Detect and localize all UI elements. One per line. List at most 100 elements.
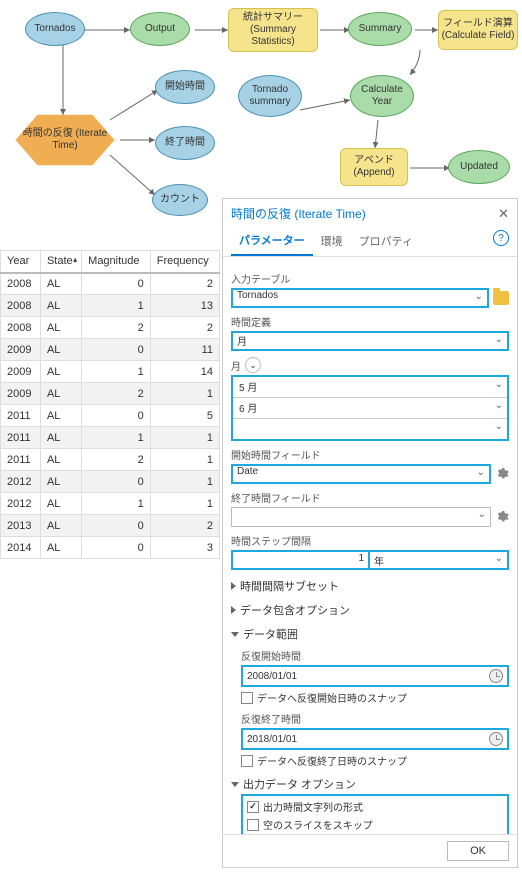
tab-environment[interactable]: 環境 [313, 227, 351, 255]
node-iterate-time[interactable]: 時間の反復 (Iterate Time) [10, 112, 120, 168]
tab-parameters[interactable]: パラメーター [231, 226, 313, 256]
node-tornado-summary[interactable]: Tornado summary [238, 75, 302, 117]
model-diagram: Tornados Output 統計サマリー (Summary Statisti… [0, 0, 522, 230]
table-row[interactable]: 2008AL22 [1, 317, 220, 339]
panel-header: 時間の反復 (Iterate Time) ✕ [223, 199, 517, 226]
end-field-select[interactable] [231, 507, 491, 527]
cell-frequency: 11 [150, 339, 219, 361]
node-label: Updated [460, 161, 498, 173]
month-option-1[interactable]: 5 月 [233, 377, 507, 397]
section-output-opts[interactable]: 出力データ オプション [231, 776, 509, 792]
snap-start-checkbox[interactable] [241, 692, 253, 704]
label-time-def: 時間定義 [231, 314, 509, 329]
node-calc-field[interactable]: フィールド演算 (Calculate Field) [438, 10, 518, 50]
node-count[interactable]: カウント [152, 184, 208, 216]
label-input-table: 入力テーブル [231, 271, 509, 286]
node-label: Calculate Year [351, 84, 413, 108]
node-updated[interactable]: Updated [448, 150, 510, 184]
cell-frequency: 1 [150, 449, 219, 471]
cell-year: 2014 [1, 537, 41, 559]
folder-icon[interactable] [493, 291, 509, 305]
close-icon[interactable]: ✕ [498, 206, 509, 222]
table-row[interactable]: 2008AL02 [1, 273, 220, 295]
section-inclusion-opts[interactable]: データ包含オプション [231, 602, 509, 618]
node-summary-stats[interactable]: 統計サマリー (Summary Statistics) [228, 8, 318, 52]
node-output[interactable]: Output [130, 12, 190, 46]
section-interval-subset[interactable]: 時間間隔サブセット [231, 578, 509, 594]
table-row[interactable]: 2009AL21 [1, 383, 220, 405]
gear-icon[interactable] [495, 510, 509, 524]
month-expand-toggle[interactable]: ⌄ [245, 357, 261, 373]
skip-empty-checkbox[interactable] [247, 819, 259, 831]
panel-title: 時間の反復 (Iterate Time) [231, 205, 366, 222]
node-calculate-year[interactable]: Calculate Year [350, 75, 414, 117]
results-table-area: Year State Magnitude Frequency 2008AL022… [0, 250, 220, 559]
cell-frequency: 2 [150, 273, 219, 295]
snap-end-checkbox[interactable] [241, 755, 253, 767]
table-row[interactable]: 2012AL01 [1, 471, 220, 493]
cell-state: AL [40, 493, 81, 515]
panel-footer: OK [223, 834, 517, 867]
col-year[interactable]: Year [1, 251, 41, 273]
cell-magnitude: 0 [82, 339, 151, 361]
label-iter-end: 反復終了時間 [241, 711, 509, 726]
cell-magnitude: 2 [82, 449, 151, 471]
cell-year: 2008 [1, 273, 41, 295]
input-table-select[interactable]: Tornados [231, 288, 489, 308]
cell-magnitude: 2 [82, 383, 151, 405]
node-summary[interactable]: Summary [348, 12, 412, 46]
node-label: Summary [359, 23, 402, 35]
table-row[interactable]: 2011AL11 [1, 427, 220, 449]
label-start-field: 開始時間フィールド [231, 447, 509, 462]
help-icon[interactable]: ? [493, 230, 509, 246]
cell-state: AL [40, 537, 81, 559]
iter-end-input[interactable]: 2018/01/01 [241, 728, 509, 750]
cell-state: AL [40, 273, 81, 295]
gear-icon[interactable] [495, 467, 509, 481]
cell-frequency: 2 [150, 515, 219, 537]
cell-year: 2008 [1, 317, 41, 339]
node-tornados[interactable]: Tornados [25, 12, 85, 46]
skip-empty-label: 空のスライスをスキップ [263, 817, 373, 832]
table-row[interactable]: 2011AL21 [1, 449, 220, 471]
month-option-empty[interactable] [233, 419, 507, 439]
table-row[interactable]: 2013AL02 [1, 515, 220, 537]
tab-properties[interactable]: プロパティ [351, 227, 421, 255]
iter-start-input[interactable]: 2008/01/01 [241, 665, 509, 687]
node-start-time[interactable]: 開始時間 [155, 70, 215, 104]
table-row[interactable]: 2012AL11 [1, 493, 220, 515]
table-row[interactable]: 2009AL011 [1, 339, 220, 361]
cell-state: AL [40, 405, 81, 427]
step-unit-select[interactable]: 年 [370, 550, 509, 570]
clock-icon[interactable] [489, 669, 503, 683]
cell-state: AL [40, 317, 81, 339]
cell-frequency: 1 [150, 427, 219, 449]
ok-button[interactable]: OK [447, 841, 509, 861]
node-label: Tornado summary [239, 84, 301, 108]
node-label: Tornados [34, 23, 75, 35]
step-number-input[interactable]: 1 [231, 550, 370, 570]
month-option-2[interactable]: 6 月 [233, 398, 507, 418]
node-end-time[interactable]: 終了時間 [155, 126, 215, 160]
col-magnitude[interactable]: Magnitude [82, 251, 151, 273]
table-row[interactable]: 2008AL113 [1, 295, 220, 317]
section-data-range[interactable]: データ範囲 [231, 626, 509, 642]
start-field-select[interactable]: Date [231, 464, 491, 484]
table-row[interactable]: 2014AL03 [1, 537, 220, 559]
cell-magnitude: 0 [82, 273, 151, 295]
out-fmt-checkbox[interactable] [247, 801, 259, 813]
clock-icon[interactable] [489, 732, 503, 746]
table-row[interactable]: 2009AL114 [1, 361, 220, 383]
cell-magnitude: 0 [82, 471, 151, 493]
node-append[interactable]: アペンド (Append) [340, 148, 408, 186]
results-table: Year State Magnitude Frequency 2008AL022… [0, 250, 220, 559]
col-frequency[interactable]: Frequency [150, 251, 219, 273]
table-row[interactable]: 2011AL05 [1, 405, 220, 427]
time-def-select[interactable]: 月 [231, 331, 509, 351]
node-label: 時間の反復 (Iterate Time) [17, 128, 113, 152]
cell-magnitude: 1 [82, 295, 151, 317]
cell-frequency: 3 [150, 537, 219, 559]
col-state[interactable]: State [40, 251, 81, 273]
out-fmt-label: 出力時間文字列の形式 [263, 799, 363, 814]
cell-year: 2008 [1, 295, 41, 317]
